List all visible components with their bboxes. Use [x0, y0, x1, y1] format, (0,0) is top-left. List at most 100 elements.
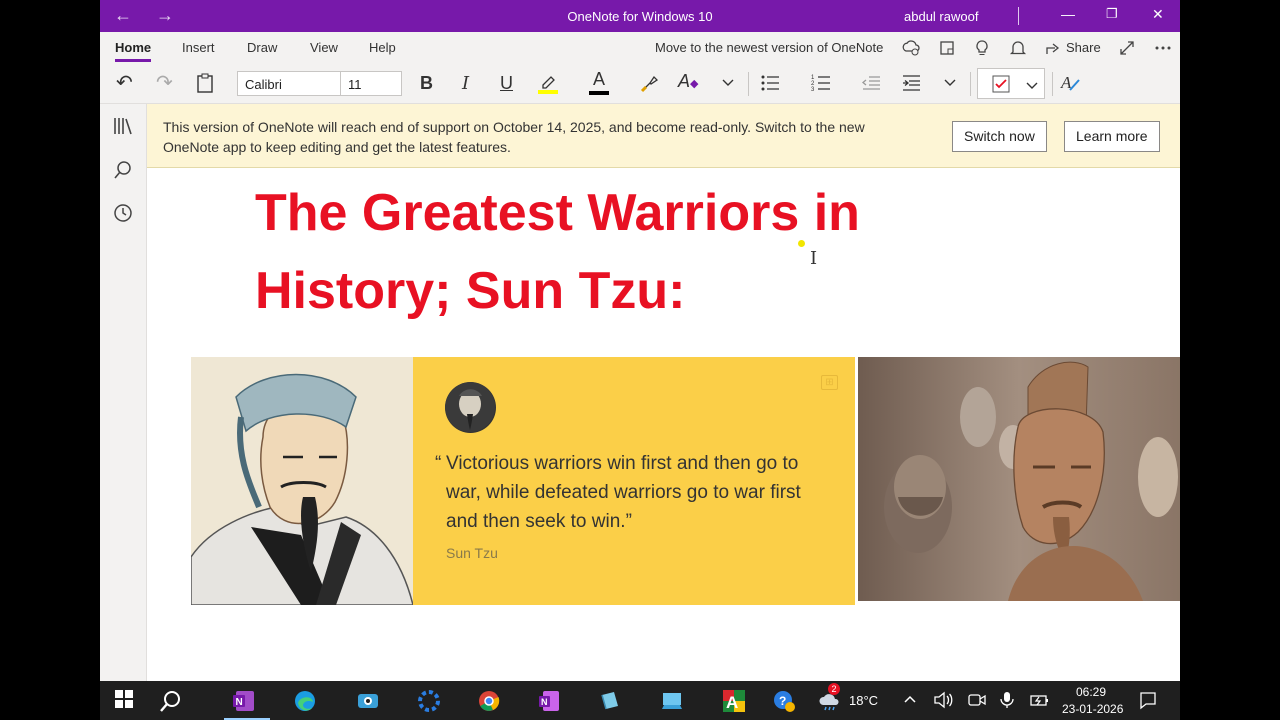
meet-now-icon[interactable] — [967, 691, 991, 715]
sticky-notes-icon[interactable] — [938, 39, 956, 62]
increase-indent-icon[interactable] — [901, 73, 921, 98]
paint-3d-icon[interactable] — [598, 689, 622, 713]
chevron-down-icon[interactable] — [722, 75, 734, 91]
battery-charging-icon[interactable] — [1029, 691, 1053, 715]
loading-app-icon[interactable] — [417, 689, 441, 713]
tab-draw[interactable]: Draw — [247, 40, 277, 55]
text-cursor-icon: I — [810, 248, 818, 269]
search-icon[interactable] — [113, 160, 133, 185]
decrease-indent-icon[interactable] — [861, 73, 881, 98]
notebooks-icon[interactable] — [113, 116, 133, 141]
tab-insert[interactable]: Insert — [182, 40, 215, 55]
clear-formatting-icon[interactable]: A◆ — [678, 71, 698, 92]
opening-quote-mark: “ — [435, 453, 442, 474]
switch-now-button[interactable]: Switch now — [952, 121, 1047, 152]
styles-pen-icon[interactable]: A — [1060, 71, 1082, 98]
svg-text:N: N — [236, 697, 243, 708]
share-icon[interactable] — [1044, 39, 1062, 62]
numbered-list-icon[interactable]: 123 — [811, 73, 831, 98]
share-button[interactable]: Share — [1066, 40, 1101, 55]
app-a-plus-icon[interactable]: A — [722, 689, 746, 713]
embedded-images[interactable]: ⊞ “ Victorious warriors win first and th… — [191, 357, 1180, 605]
volume-icon[interactable] — [933, 691, 957, 715]
camera-app-icon[interactable] — [356, 689, 380, 713]
get-help-icon[interactable]: ? — [772, 689, 796, 713]
clear-formatting-glyph: A — [678, 71, 691, 91]
chevron-up-icon[interactable] — [903, 692, 927, 716]
bold-button[interactable]: B — [420, 73, 433, 94]
chrome-browser-icon[interactable] — [477, 689, 501, 713]
quote-block: “ Victorious warriors win first and then… — [435, 449, 835, 536]
tab-view[interactable]: View — [310, 40, 338, 55]
highlighter-icon[interactable] — [538, 73, 558, 100]
page-heading[interactable]: The Greatest Warriors in History; Sun Tz… — [255, 174, 975, 330]
undo-icon[interactable]: ↶ — [116, 70, 133, 95]
edge-browser-icon[interactable] — [293, 689, 317, 713]
home-toolbar: ↶ ↷ Calibri 11 B I U A A◆ 123 A — [100, 64, 1180, 104]
onenote-window: ← → OneNote for Windows 10 abdul rawoof … — [100, 0, 1180, 681]
recent-clock-icon[interactable] — [113, 203, 133, 228]
banner-message: This version of OneNote will reach end o… — [163, 119, 865, 155]
end-of-support-banner: This version of OneNote will reach end o… — [147, 104, 1180, 168]
cursor-highlight-dot — [798, 240, 805, 247]
tab-home[interactable]: Home — [115, 40, 152, 62]
sun-tzu-avatar — [445, 382, 496, 433]
font-name-input[interactable]: Calibri — [237, 71, 341, 96]
onenote-taskbar-icon-2[interactable]: N — [537, 689, 561, 713]
font-color-glyph: A — [592, 69, 605, 89]
close-icon[interactable]: ✕ — [1152, 6, 1164, 23]
onenote-taskbar-icon[interactable]: N — [232, 689, 256, 713]
fullscreen-icon[interactable] — [1118, 39, 1136, 62]
maximize-icon[interactable]: ❐ — [1106, 6, 1118, 22]
eraser-mark: ◆ — [690, 78, 699, 90]
notifications-bell-icon[interactable] — [1009, 39, 1027, 62]
note-page[interactable]: The Greatest Warriors in History; Sun Tz… — [147, 168, 1180, 681]
quote-card[interactable]: ⊞ “ Victorious warriors win first and th… — [413, 357, 855, 605]
notification-center-icon[interactable] — [1138, 690, 1162, 714]
svg-text:A: A — [726, 693, 738, 712]
chevron-down-icon — [1026, 78, 1038, 96]
toolbar-separator — [1052, 72, 1053, 96]
weather-temperature[interactable]: 18°C — [849, 693, 878, 708]
navigation-rail — [100, 104, 147, 681]
font-color-swatch — [589, 91, 609, 95]
windows-start-icon[interactable] — [114, 689, 138, 713]
bullet-list-icon[interactable] — [760, 73, 780, 98]
tab-help[interactable]: Help — [369, 40, 396, 55]
clipboard-icon[interactable] — [196, 73, 214, 98]
search-icon[interactable] — [159, 689, 183, 713]
minimize-icon[interactable]: — — [1061, 6, 1075, 22]
quote-author: Sun Tzu — [446, 545, 498, 561]
clock-time[interactable]: 06:29 — [1076, 685, 1106, 699]
tag-dropdown[interactable] — [977, 68, 1045, 99]
move-to-new-onenote-link[interactable]: Move to the newest version of OneNote — [655, 40, 883, 55]
svg-text:N: N — [541, 697, 548, 707]
toolbar-separator — [748, 72, 749, 96]
microphone-icon[interactable] — [999, 691, 1023, 715]
sync-status-icon[interactable] — [902, 39, 920, 62]
title-bar: ← → OneNote for Windows 10 abdul rawoof … — [100, 0, 1180, 32]
windows-taskbar: N N A ? 2 18°C 06:29 23-01-2026 — [100, 681, 1180, 720]
todo-checkbox-icon — [992, 75, 1010, 98]
chevron-down-icon[interactable] — [944, 75, 956, 91]
clock-date[interactable]: 23-01-2026 — [1062, 702, 1123, 716]
bookmark-icon: ⊞ — [821, 375, 838, 390]
lightbulb-icon[interactable] — [973, 39, 991, 62]
learn-more-button[interactable]: Learn more — [1064, 121, 1160, 152]
svg-text:3: 3 — [811, 87, 815, 93]
underline-button[interactable]: U — [500, 73, 513, 94]
remote-desktop-icon[interactable] — [660, 689, 684, 713]
font-color-icon[interactable]: A — [589, 69, 609, 95]
title-separator — [1018, 7, 1019, 25]
format-painter-icon[interactable] — [640, 73, 660, 98]
redo-icon[interactable]: ↷ — [156, 70, 173, 95]
font-size-input[interactable]: 11 — [340, 71, 402, 96]
italic-button[interactable]: I — [462, 73, 469, 94]
more-options-icon[interactable] — [1154, 39, 1172, 62]
sun-tzu-portrait-image[interactable] — [191, 357, 413, 605]
terracotta-warrior-image[interactable] — [858, 357, 1180, 601]
user-name[interactable]: abdul rawoof — [904, 9, 978, 24]
ribbon-tabs: Home Insert Draw View Help Move to the n… — [100, 32, 1180, 64]
toolbar-separator — [970, 72, 971, 96]
quote-text: Victorious warriors win first and then g… — [446, 453, 801, 532]
